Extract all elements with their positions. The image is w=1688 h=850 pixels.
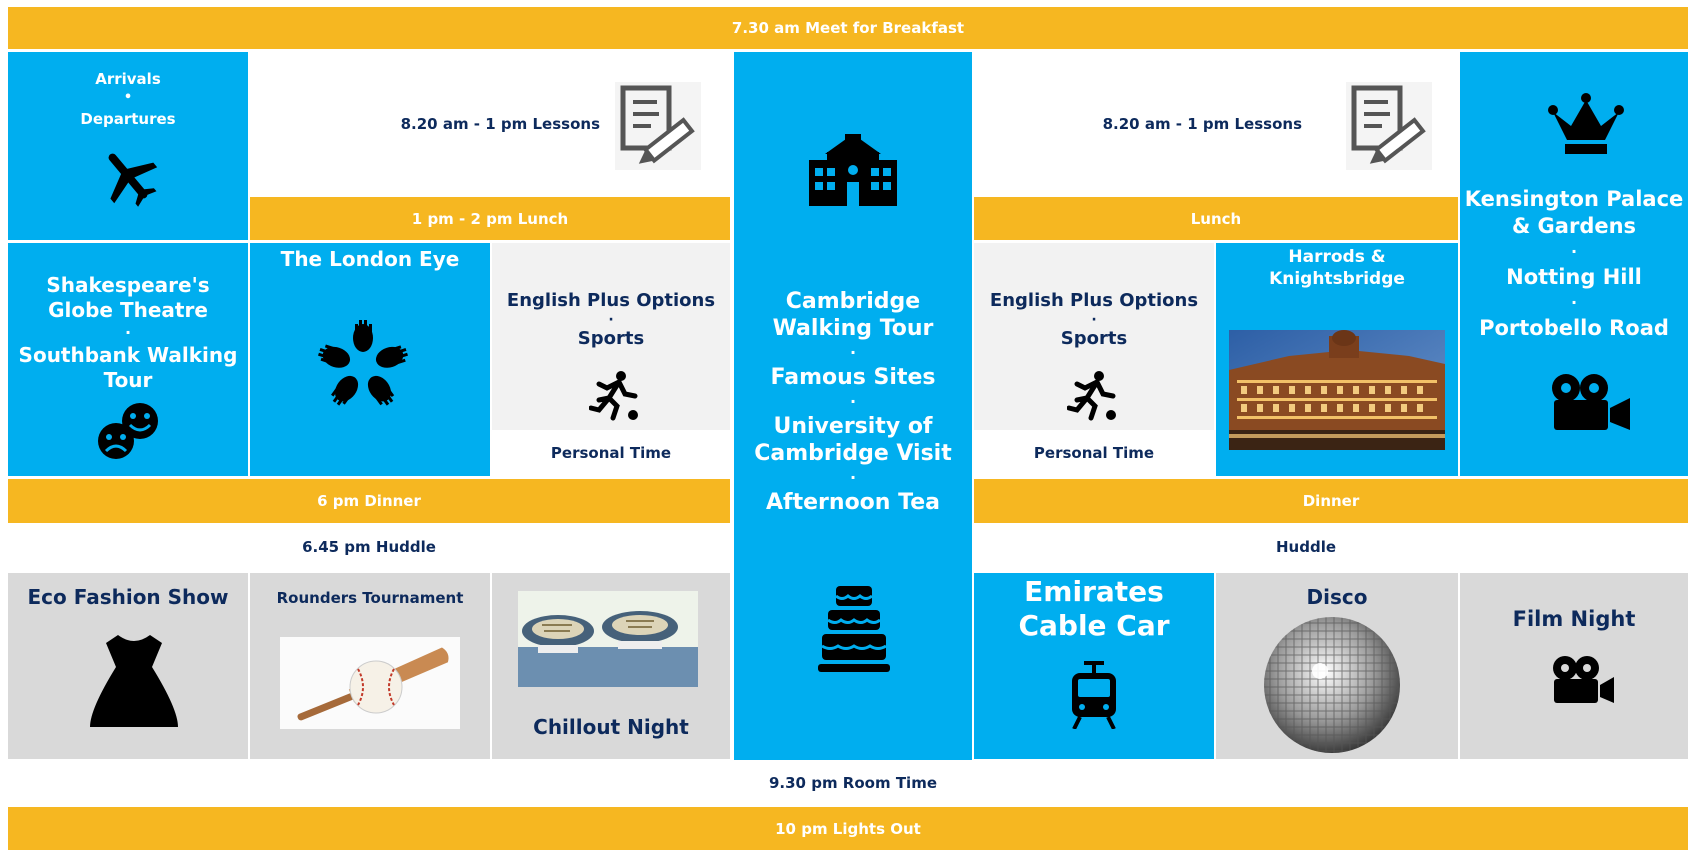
options-dot-1: ·	[608, 312, 614, 328]
movie-camera-icon	[1553, 656, 1614, 703]
kensington-cell: Kensington Palace & Gardens · Notting Hi…	[1460, 52, 1688, 476]
kensington-line4: Portobello Road	[1479, 316, 1669, 340]
document-pencil-icon	[615, 82, 701, 170]
dinner-label-1: 6 pm Dinner	[317, 492, 421, 510]
disco-cell: Disco	[1216, 573, 1458, 759]
cambridge-dot-3: ·	[849, 468, 857, 487]
options-dot-2: ·	[1091, 312, 1097, 328]
lights-out-label: 10 pm Lights Out	[775, 819, 921, 838]
lunch-bar-1: 1 pm - 2 pm Lunch	[250, 197, 730, 240]
cambridge-line5: Cambridge Visit	[754, 441, 952, 466]
dinner-label-2: Dinner	[1302, 492, 1360, 510]
cambridge-line4: University of	[773, 414, 933, 439]
emirates-cell: Emirates Cable Car	[974, 573, 1214, 759]
emirates-line2: Cable Car	[1018, 609, 1170, 642]
emirates-line1: Emirates	[1024, 575, 1164, 608]
huddle-row-2: Huddle	[974, 525, 1638, 569]
lessons-label: 8.20 am - 1 pm Lessons	[400, 115, 600, 133]
kensington-line1: Kensington Palace	[1464, 187, 1684, 211]
eco-fashion-cell: Eco Fashion Show	[8, 573, 248, 759]
dinner-bar-1: 6 pm Dinner	[8, 479, 730, 523]
eco-fashion-title: Eco Fashion Show	[27, 585, 229, 609]
chillout-title: Chillout Night	[533, 715, 689, 739]
hands-circle-icon	[318, 320, 408, 406]
harrods-line1: Harrods &	[1288, 247, 1386, 267]
disco-title: Disco	[1306, 585, 1368, 609]
huddle-label-1: 6.45 pm Huddle	[302, 538, 436, 556]
london-eye-cell: The London Eye	[250, 243, 490, 476]
lessons-cell-2: 8.20 am - 1 pm Lessons	[974, 52, 1458, 194]
personal-time-cell-1: Personal Time	[492, 430, 730, 476]
lunch-label-1: 1 pm - 2 pm Lunch	[411, 209, 569, 228]
layer-cake-icon	[818, 586, 890, 672]
globe-dot: ·	[124, 323, 132, 342]
theatre-masks-icon	[98, 403, 158, 459]
departures-label: Departures	[80, 110, 176, 128]
arrivals-dot: •	[123, 90, 133, 105]
chillout-cell: Chillout Night	[492, 573, 730, 759]
lessons-label-2: 8.20 am - 1 pm Lessons	[1102, 115, 1302, 133]
cambridge-dot-2: ·	[849, 392, 857, 411]
document-pencil-icon	[1346, 82, 1432, 170]
huddle-row-1: 6.45 pm Huddle	[8, 525, 730, 569]
huddle-label-2: Huddle	[1275, 538, 1337, 556]
cambridge-line6: Afternoon Tea	[766, 490, 940, 515]
london-eye-title: The London Eye	[280, 247, 460, 271]
breakfast-label: 7.30 am Meet for Breakfast	[731, 19, 965, 37]
movie-camera-icon	[1552, 374, 1630, 430]
dinner-bar-2: Dinner	[974, 479, 1688, 523]
breakfast-bar: 7.30 am Meet for Breakfast	[8, 7, 1688, 49]
kensington-line2: & Gardens	[1511, 214, 1637, 238]
harrods-building-photo	[1229, 330, 1445, 450]
airplane-icon	[108, 153, 158, 207]
globe-line4: Tour	[103, 368, 153, 392]
globe-theatre-cell: Shakespeare's Globe Theatre · Southbank …	[8, 243, 248, 476]
sneakers-photo	[518, 591, 698, 687]
sports-label-1: Sports	[577, 328, 645, 349]
personal-time-label-2: Personal Time	[1033, 444, 1155, 462]
personal-time-cell-2: Personal Time	[974, 430, 1214, 476]
harrods-line2: Knightsbridge	[1269, 269, 1405, 289]
cambridge-cell: Cambridge Walking Tour · Famous Sites · …	[734, 52, 972, 760]
room-time-row: 9.30 pm Room Time	[734, 762, 972, 804]
school-building-icon	[809, 134, 897, 206]
kensington-dot-2: ·	[1570, 293, 1578, 312]
lunch-label-2: Lunch	[1190, 209, 1242, 228]
options-cell-1: English Plus Options · Sports	[492, 243, 730, 430]
cambridge-line2: Walking Tour	[772, 316, 934, 341]
globe-line1: Shakespeare's	[46, 273, 210, 297]
film-night-cell: Film Night	[1460, 573, 1688, 759]
globe-line3: Southbank Walking	[18, 343, 238, 367]
lessons-cell-1: 8.20 am - 1 pm Lessons	[250, 52, 730, 194]
dress-icon	[90, 635, 178, 727]
kensington-line3: Notting Hill	[1506, 265, 1642, 289]
arrivals-departures-cell: Arrivals • Departures	[8, 52, 248, 240]
cambridge-line3: Famous Sites	[770, 365, 936, 390]
cambridge-dot-1: ·	[849, 343, 857, 362]
options-cell-2: English Plus Options · Sports	[974, 243, 1214, 430]
globe-line2: Globe Theatre	[48, 298, 208, 322]
disco-ball-photo	[1264, 617, 1400, 753]
options-title-1: English Plus Options	[506, 290, 716, 311]
football-player-icon	[1067, 371, 1116, 421]
kensington-dot-1: ·	[1570, 242, 1578, 261]
cambridge-line1: Cambridge	[785, 289, 921, 314]
harrods-cell: Harrods & Knightsbridge	[1216, 243, 1458, 476]
lights-out-bar: 10 pm Lights Out	[8, 807, 1688, 850]
arrivals-label: Arrivals	[95, 70, 161, 88]
film-night-title: Film Night	[1512, 607, 1636, 631]
rounders-title: Rounders Tournament	[276, 589, 464, 607]
lunch-bar-2: Lunch	[974, 197, 1458, 240]
rounders-cell: Rounders Tournament	[250, 573, 490, 759]
crown-icon	[1548, 93, 1624, 154]
football-player-icon	[589, 371, 638, 421]
tram-icon	[1072, 661, 1116, 729]
options-title-2: English Plus Options	[989, 290, 1199, 311]
sports-label-2: Sports	[1060, 328, 1128, 349]
personal-time-label-1: Personal Time	[550, 444, 672, 462]
bat-and-ball-photo	[280, 637, 460, 729]
room-time-label: 9.30 pm Room Time	[768, 774, 937, 792]
